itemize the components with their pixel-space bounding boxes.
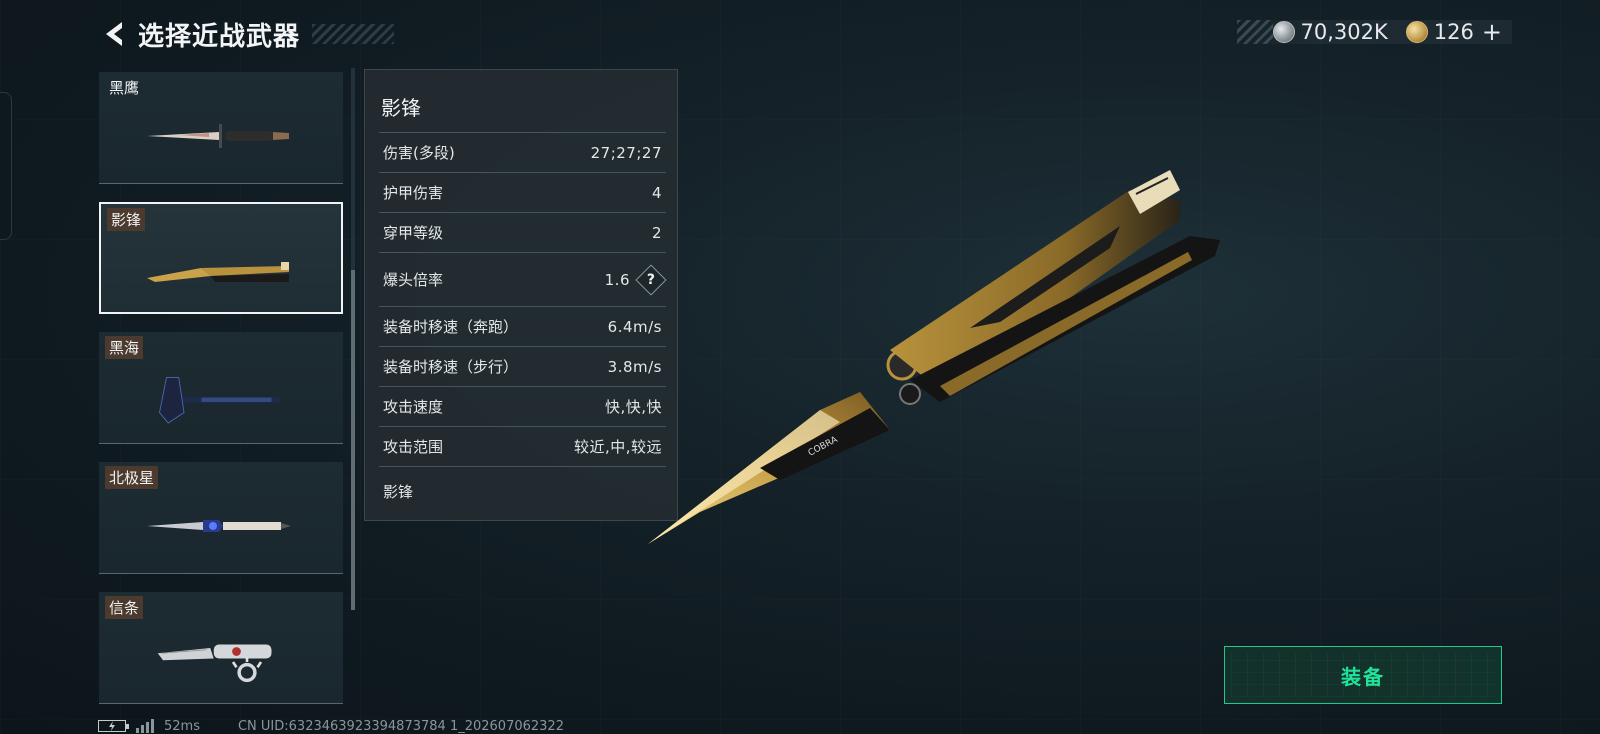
stat-row-walk-speed: 装备时移速（步行） 3.8m/s [379, 346, 666, 386]
stat-row-armor-damage: 护甲伤害 4 [379, 172, 666, 212]
equip-button[interactable]: 装备 [1224, 646, 1502, 704]
weapon-name: 影锋 [107, 208, 146, 231]
silver-coin-icon [1272, 21, 1295, 43]
stats-title: 影锋 [381, 96, 421, 120]
back-button[interactable] [96, 16, 132, 52]
uid-readout: CN UID:6323463923394873784 1_20260706232… [237, 718, 564, 734]
stat-row-headshot: 爆头倍率 1.6 ? [379, 252, 667, 306]
ping-readout: 52ms [164, 718, 200, 734]
stat-row-penetration: 穿甲等级 2 [379, 212, 666, 252]
back-arrow-icon [106, 22, 122, 46]
add-currency-button[interactable]: + [1482, 18, 1502, 46]
karambit-icon [157, 644, 272, 683]
battery-icon [98, 720, 129, 732]
page-title: 选择近战武器 [138, 21, 301, 52]
weapon-card-beijixing[interactable]: 北极星 [99, 462, 343, 574]
stat-label: 爆头倍率 [383, 271, 444, 289]
stat-label: 装备时移速（步行） [383, 358, 519, 376]
stat-label: 攻击速度 [383, 398, 444, 416]
stat-row-run-speed: 装备时移速（奔跑） 6.4m/s [379, 306, 666, 346]
stat-label: 装备时移速（奔跑） [383, 318, 519, 336]
status-footer: 52ms CN UID:6323463923394873784 1_202607… [98, 718, 564, 734]
stat-label: 伤害(多段) [383, 144, 455, 162]
weapon-card-yingfeng[interactable]: 影锋 [99, 202, 343, 314]
butterfly-knife-icon [147, 262, 289, 282]
title-decoration [312, 24, 395, 44]
equip-label: 装备 [1341, 664, 1385, 689]
weapon-stats-panel: 影锋 伤害(多段) 27;27;27 护甲伤害 4 穿甲等级 2 爆头倍率 1.… [364, 69, 678, 521]
gold-currency[interactable]: 126 + [1405, 18, 1502, 46]
side-drawer-handle[interactable] [0, 92, 12, 240]
stat-row-attack-range: 攻击范围 较近,中,较远 [379, 426, 666, 466]
stats-description: 影锋 [379, 466, 666, 502]
weapon-name: 黑海 [105, 336, 144, 359]
list-scrollbar-thumb[interactable] [351, 270, 355, 610]
weapon-list[interactable]: 黑鹰 影锋 黑海 北极星 信条 [99, 72, 343, 704]
stat-value: 1.6 [604, 270, 630, 289]
weapon-name: 信条 [105, 596, 144, 619]
stat-row-attack-speed: 攻击速度 快,快,快 [379, 386, 666, 426]
stats-rows: 伤害(多段) 27;27;27 护甲伤害 4 穿甲等级 2 爆头倍率 1.6 ?… [379, 132, 667, 502]
currency-bar: 70,302K 126 + [1236, 18, 1512, 46]
stat-value: 27;27;27 [590, 143, 662, 162]
combat-knife-icon [147, 124, 289, 148]
stat-row-damage: 伤害(多段) 27;27;27 [379, 132, 666, 172]
weapon-name: 黑鹰 [109, 79, 140, 97]
silver-amount: 70,302K [1300, 20, 1388, 44]
tomahawk-icon [159, 377, 281, 424]
weapon-card-xintiao[interactable]: 信条 [99, 592, 343, 704]
stat-label: 攻击范围 [383, 438, 444, 456]
stat-label: 护甲伤害 [383, 184, 444, 202]
weapon-card-heiying[interactable]: 黑鹰 [99, 72, 343, 184]
weapon-card-heihai[interactable]: 黑海 [99, 332, 343, 444]
header: 选择近战武器 [96, 14, 395, 54]
stat-label: 穿甲等级 [383, 224, 444, 242]
signal-icon [136, 719, 154, 733]
weapon-name: 北极星 [105, 466, 159, 489]
silver-currency[interactable]: 70,302K [1272, 20, 1388, 44]
weapon-preview-butterfly-knife[interactable]: COBRA [640, 160, 1240, 560]
gold-coin-icon [1405, 21, 1428, 43]
polaris-knife-icon [147, 520, 291, 532]
gold-amount: 126 [1433, 20, 1474, 44]
